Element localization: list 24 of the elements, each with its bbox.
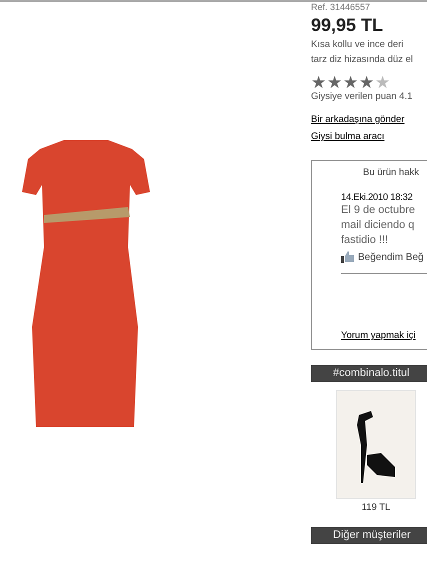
- thumbs-up-icon[interactable]: [341, 251, 355, 263]
- comment-link[interactable]: Yorum yapmak içi: [341, 330, 416, 341]
- star-icon: ★: [343, 74, 358, 91]
- product-link[interactable]: Giysi bulma aracı: [311, 131, 384, 142]
- product-link[interactable]: Bir arkadaşına gönder: [311, 114, 404, 125]
- like-text[interactable]: Beğendim Beğ: [358, 252, 424, 262]
- photo-placeholder[interactable]: [336, 390, 416, 499]
- review-text: fastidio !!!: [341, 233, 390, 248]
- rating-text: Giysiye verilen puan 4.1: [311, 91, 414, 102]
- section-header: #combinalo.titul: [311, 365, 427, 382]
- section-header: Diğer müşteriler: [311, 527, 427, 544]
- review-date: 14.Eki.2010 18:32: [341, 192, 414, 203]
- review-text: mail diciendo q: [341, 218, 416, 233]
- description-line: Kısa kollu ve ince deri: [311, 38, 404, 51]
- item-price: 119 TL: [362, 502, 390, 513]
- description-line: tarz diz hizasında düz el: [311, 53, 414, 66]
- reference-number: Ref. 31446557: [311, 2, 372, 12]
- review-text: El 9 de octubre: [341, 203, 416, 218]
- star-icon: ★: [311, 74, 326, 91]
- price: 99,95 TL: [311, 15, 384, 36]
- star-icon: ★: [327, 74, 342, 91]
- star-icon: ★: [375, 74, 390, 91]
- star-icon: ★: [359, 74, 374, 91]
- reviews-title: Bu ürün hakk: [363, 167, 420, 178]
